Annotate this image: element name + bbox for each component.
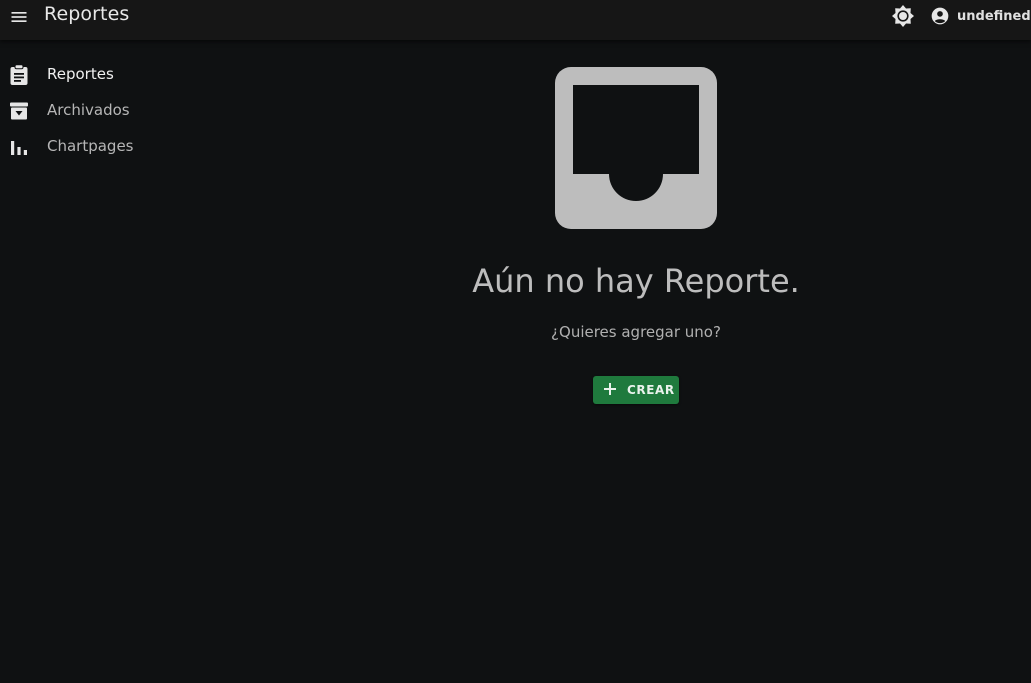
sidebar-item-label: Reportes	[47, 65, 114, 83]
inbox-icon	[555, 67, 717, 229]
plus-icon	[604, 383, 616, 395]
user-name: undefined	[957, 8, 1031, 24]
create-button[interactable]: CREAR	[593, 376, 679, 404]
brightness-icon	[892, 5, 914, 27]
account-menu[interactable]: undefined	[930, 5, 1031, 27]
bar-chart-icon	[8, 136, 30, 158]
sidebar-item-label: Archivados	[47, 101, 130, 119]
account-circle-icon	[931, 7, 949, 25]
create-button-label: CREAR	[627, 383, 675, 397]
sidebar-item-archivados[interactable]: Archivados	[0, 92, 200, 128]
menu-icon	[11, 12, 27, 22]
sidebar-item-chartpages[interactable]: Chartpages	[0, 128, 200, 164]
sidebar-nav: Reportes Archivados Chartpages	[0, 56, 200, 164]
sidebar-item-label: Chartpages	[47, 137, 134, 155]
empty-state-subtitle: ¿Quieres agregar uno?	[551, 323, 721, 341]
app-bar: Reportes undefined	[0, 0, 1031, 40]
theme-toggle-button[interactable]	[890, 3, 916, 29]
menu-button[interactable]	[6, 4, 32, 30]
sidebar-item-reportes[interactable]: Reportes	[0, 56, 200, 92]
empty-state-title: Aún no hay Reporte.	[472, 262, 800, 300]
archive-icon	[8, 100, 30, 122]
page-title: Reportes	[44, 3, 130, 25]
clipboard-icon	[8, 64, 30, 86]
